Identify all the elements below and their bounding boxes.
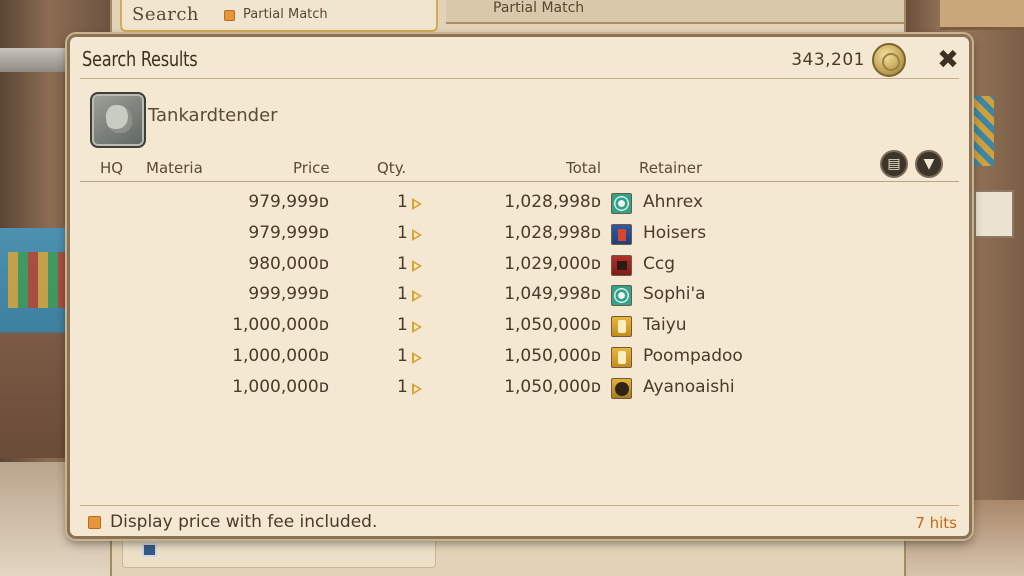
retainer-emblem-icon bbox=[611, 316, 632, 338]
column-header-retainer[interactable]: Retainer bbox=[639, 159, 702, 177]
price-cell: 979,999ᴅ bbox=[248, 192, 329, 212]
qty-cell: 1 bbox=[397, 284, 408, 305]
retainer-cell: Ayanoaishi bbox=[643, 376, 735, 397]
table-row[interactable]: 1,000,000ᴅ 1 1,050,000ᴅ Ayanoaishi bbox=[70, 373, 969, 404]
total-cell: 1,050,000ᴅ bbox=[504, 345, 601, 366]
column-header-hq[interactable]: HQ bbox=[100, 159, 123, 177]
fee-included-checkbox[interactable] bbox=[88, 516, 101, 529]
qty-cell: 1 bbox=[397, 345, 408, 366]
background-note bbox=[974, 190, 1014, 238]
column-header-qty[interactable]: Qty. bbox=[377, 159, 406, 177]
partial-match-header: Partial Match bbox=[446, 0, 904, 24]
price-cell: 979,999ᴅ bbox=[248, 222, 329, 243]
price-cell: 999,999ᴅ bbox=[248, 284, 329, 305]
total-cell: 1,049,998ᴅ bbox=[504, 284, 601, 305]
column-header-total[interactable]: Total bbox=[566, 159, 601, 177]
gil-amount: 343,201 bbox=[791, 50, 865, 70]
qty-cell: 1 bbox=[397, 192, 408, 212]
listings-table: 979,999ᴅ 1 1,028,998ᴅ Ahnrex 979,999ᴅ 1 … bbox=[70, 188, 969, 404]
picture-icon[interactable] bbox=[142, 543, 157, 557]
price-cell: 1,000,000ᴅ bbox=[232, 376, 329, 397]
title-divider bbox=[80, 78, 959, 79]
column-header-materia[interactable]: Materia bbox=[146, 159, 203, 177]
play-arrow-icon bbox=[412, 351, 422, 364]
hits-count: 7 hits bbox=[915, 514, 957, 532]
column-header-price[interactable]: Price bbox=[293, 159, 330, 177]
retainer-emblem-icon bbox=[611, 285, 632, 307]
search-results-window: Search Results 343,201 ✖ Tankardtender H… bbox=[67, 34, 972, 539]
retainer-cell: Ccg bbox=[643, 253, 676, 274]
background-pot-pattern bbox=[8, 252, 66, 308]
retainer-cell: Hoisers bbox=[643, 222, 707, 243]
bottom-panel bbox=[122, 536, 436, 568]
play-arrow-icon bbox=[412, 228, 422, 241]
retainer-emblem-icon bbox=[611, 346, 632, 368]
total-cell: 1,050,000ᴅ bbox=[504, 376, 601, 397]
qty-cell: 1 bbox=[397, 222, 408, 243]
partial-match-label: Partial Match bbox=[243, 7, 328, 22]
background-frame bbox=[940, 0, 1024, 30]
play-arrow-icon bbox=[412, 198, 422, 210]
retainer-cell: Sophi'a bbox=[643, 284, 706, 305]
retainer-emblem-icon bbox=[611, 223, 632, 245]
retainer-cell: Ahnrex bbox=[643, 192, 704, 212]
table-row[interactable]: 1,000,000ᴅ 1 1,050,000ᴅ Taiyu bbox=[70, 311, 969, 342]
retainer-cell: Taiyu bbox=[643, 315, 687, 336]
price-cell: 980,000ᴅ bbox=[248, 253, 329, 274]
filter-button[interactable]: ▼ bbox=[915, 150, 943, 178]
background-beam bbox=[0, 48, 70, 72]
footer-divider bbox=[80, 505, 959, 506]
header-divider bbox=[80, 181, 959, 182]
item-glyph bbox=[106, 105, 132, 133]
qty-cell: 1 bbox=[397, 315, 408, 336]
retainer-cell: Poompadoo bbox=[643, 345, 743, 366]
retainer-emblem-icon bbox=[611, 377, 632, 399]
close-icon[interactable]: ✖ bbox=[933, 45, 963, 75]
partial-match-checkbox[interactable] bbox=[224, 10, 235, 21]
retainer-emblem-icon bbox=[611, 193, 632, 214]
item-icon[interactable] bbox=[90, 92, 146, 148]
search-box[interactable]: Search Partial Match bbox=[120, 0, 438, 32]
total-cell: 1,029,000ᴅ bbox=[504, 253, 601, 274]
retainer-emblem-icon bbox=[611, 254, 632, 276]
total-cell: 1,028,998ᴅ bbox=[504, 222, 601, 243]
qty-cell: 1 bbox=[397, 376, 408, 397]
total-cell: 1,050,000ᴅ bbox=[504, 315, 601, 336]
history-list-button[interactable]: ▤ bbox=[880, 150, 908, 178]
price-cell: 1,000,000ᴅ bbox=[232, 315, 329, 336]
table-row[interactable]: 979,999ᴅ 1 1,028,998ᴅ Ahnrex bbox=[70, 188, 969, 219]
table-row[interactable]: 1,000,000ᴅ 1 1,050,000ᴅ Poompadoo bbox=[70, 342, 969, 373]
item-name: Tankardtender bbox=[148, 105, 278, 126]
fee-included-label: Display price with fee included. bbox=[110, 512, 378, 532]
play-arrow-icon bbox=[412, 259, 422, 272]
price-cell: 1,000,000ᴅ bbox=[232, 345, 329, 366]
play-arrow-icon bbox=[412, 321, 422, 334]
search-label: Search bbox=[132, 4, 199, 25]
table-row[interactable]: 980,000ᴅ 1 1,029,000ᴅ Ccg bbox=[70, 250, 969, 281]
total-cell: 1,028,998ᴅ bbox=[504, 192, 601, 212]
table-row[interactable]: 979,999ᴅ 1 1,028,998ᴅ Hoisers bbox=[70, 219, 969, 250]
play-arrow-icon bbox=[412, 382, 422, 395]
qty-cell: 1 bbox=[397, 253, 408, 274]
partial-match-header-label: Partial Match bbox=[493, 0, 585, 16]
window-title: Search Results bbox=[82, 47, 198, 71]
play-arrow-icon bbox=[412, 290, 422, 303]
table-row[interactable]: 999,999ᴅ 1 1,049,998ᴅ Sophi'a bbox=[70, 280, 969, 311]
gil-coin-icon bbox=[872, 43, 906, 77]
